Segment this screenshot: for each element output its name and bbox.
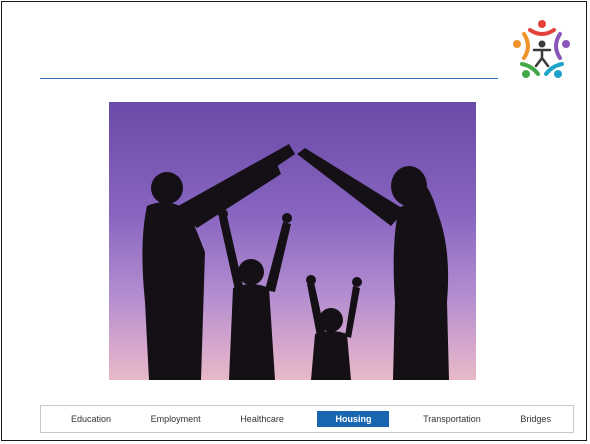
title-underline <box>40 78 498 79</box>
family-house-silhouette-photo <box>109 102 476 380</box>
nav-item-housing[interactable]: Housing <box>317 411 390 427</box>
nav-item-transportation[interactable]: Transportation <box>417 411 487 427</box>
nav-item-bridges[interactable]: Bridges <box>514 411 557 427</box>
nav-item-education[interactable]: Education <box>65 411 117 427</box>
slide: Education Employment Healthcare Housing … <box>1 1 587 441</box>
people-circle-logo-icon <box>506 14 578 86</box>
nav-item-employment[interactable]: Employment <box>145 411 207 427</box>
nav-item-healthcare[interactable]: Healthcare <box>234 411 290 427</box>
section-nav: Education Employment Healthcare Housing … <box>40 405 574 433</box>
